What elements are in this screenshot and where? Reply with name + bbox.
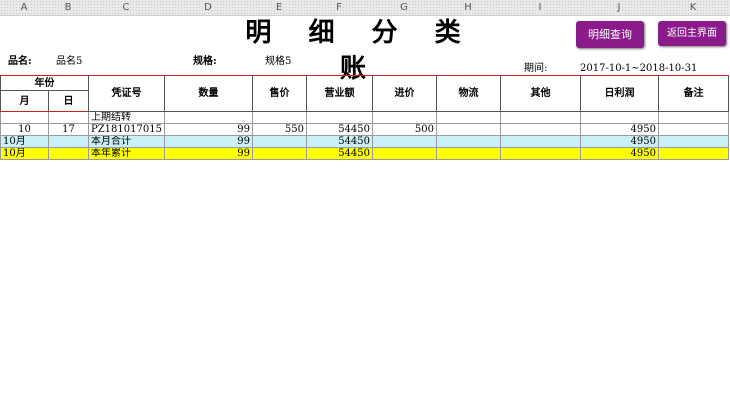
cell-day[interactable]: [48, 111, 89, 124]
cell-daily-profit[interactable]: 4950: [580, 135, 659, 148]
cell-remarks[interactable]: [658, 135, 729, 148]
cell-quantity[interactable]: 99: [164, 135, 253, 148]
cell-day[interactable]: 17: [48, 123, 89, 136]
cell-revenue[interactable]: 54450: [306, 123, 373, 136]
column-letter-e[interactable]: E: [252, 0, 306, 15]
detail-query-button[interactable]: 明细查询: [576, 21, 644, 48]
column-letter-d[interactable]: D: [164, 0, 252, 15]
ledger-table: 年份 凭证号 数量 售价 营业额 进价 物流 其他 日利润 备注 月 日 上期结…: [0, 75, 729, 160]
header-year: 年份: [0, 75, 89, 91]
header-purchase-price: 进价: [372, 75, 437, 112]
product-name-value[interactable]: 品名5: [56, 55, 82, 69]
column-letter-b[interactable]: B: [48, 0, 88, 15]
yearly-total-row: 10月 本年累计 99 54450 4950: [0, 147, 729, 160]
header-logistics: 物流: [436, 75, 501, 112]
column-header-bar: A B C D E F G H I J K: [0, 0, 730, 16]
column-letter-a[interactable]: A: [0, 0, 48, 15]
cell-quantity[interactable]: [164, 111, 253, 124]
cell-voucher[interactable]: 本年累计: [88, 147, 165, 160]
cell-voucher[interactable]: 上期结转: [88, 111, 165, 124]
cell-sale-price[interactable]: 550: [252, 123, 307, 136]
column-letter-g[interactable]: G: [372, 0, 436, 15]
header-remarks: 备注: [658, 75, 729, 112]
header-row-1: 年份 凭证号 数量 售价 营业额 进价 物流 其他 日利润 备注: [0, 75, 729, 112]
cell-other[interactable]: [500, 147, 581, 160]
period-value[interactable]: 2017-10-1~2018-10-31: [580, 62, 697, 76]
column-letter-i[interactable]: I: [500, 0, 580, 15]
cell-sale-price[interactable]: [252, 135, 307, 148]
header-voucher: 凭证号: [88, 75, 165, 112]
cell-daily-profit[interactable]: [580, 111, 659, 124]
header-other: 其他: [500, 75, 581, 112]
cell-remarks[interactable]: [658, 111, 729, 124]
cell-daily-profit[interactable]: 4950: [580, 123, 659, 136]
cell-logistics[interactable]: [436, 111, 501, 124]
back-to-main-button[interactable]: 返回主界面: [658, 21, 726, 46]
cell-remarks[interactable]: [658, 147, 729, 160]
header-daily-profit: 日利润: [580, 75, 659, 112]
cell-day[interactable]: [48, 135, 89, 148]
spec-label: 规格:: [193, 56, 217, 67]
spec-value[interactable]: 规格5: [265, 55, 291, 69]
cell-purchase-price[interactable]: [372, 111, 437, 124]
cell-other[interactable]: [500, 111, 581, 124]
cell-quantity[interactable]: 99: [164, 123, 253, 136]
product-name-label: 品名:: [8, 56, 32, 67]
cell-revenue[interactable]: 54450: [306, 147, 373, 160]
cell-day[interactable]: [48, 147, 89, 160]
cell-revenue[interactable]: [306, 111, 373, 124]
column-letter-j[interactable]: J: [580, 0, 658, 15]
cell-voucher[interactable]: PZ181017015: [88, 123, 165, 136]
column-letter-k[interactable]: K: [658, 0, 728, 15]
cell-sale-price[interactable]: [252, 111, 307, 124]
cell-purchase-price[interactable]: [372, 135, 437, 148]
cell-month[interactable]: 10: [0, 123, 49, 136]
cell-purchase-price[interactable]: 500: [372, 123, 437, 136]
header-month: 月: [0, 90, 49, 112]
period-label: 期间:: [524, 63, 548, 74]
cell-sale-price[interactable]: [252, 147, 307, 160]
cell-voucher[interactable]: 本月合计: [88, 135, 165, 148]
cell-logistics[interactable]: [436, 123, 501, 136]
cell-other[interactable]: [500, 135, 581, 148]
cell-purchase-price[interactable]: [372, 147, 437, 160]
cell-logistics[interactable]: [436, 135, 501, 148]
cell-revenue[interactable]: 54450: [306, 135, 373, 148]
header-revenue: 营业额: [306, 75, 373, 112]
table-row: 上期结转: [0, 111, 729, 124]
monthly-total-row: 10月 本月合计 99 54450 4950: [0, 135, 729, 148]
column-letter-h[interactable]: H: [436, 0, 500, 15]
header-quantity: 数量: [164, 75, 253, 112]
cell-logistics[interactable]: [436, 147, 501, 160]
table-row: 10 17 PZ181017015 99 550 54450 500 4950: [0, 123, 729, 136]
header-day: 日: [48, 90, 89, 112]
column-letter-f[interactable]: F: [306, 0, 372, 15]
cell-month[interactable]: 10月: [0, 147, 49, 160]
cell-month[interactable]: [0, 111, 49, 124]
cell-quantity[interactable]: 99: [164, 147, 253, 160]
header-sale-price: 售价: [252, 75, 307, 112]
column-letter-c[interactable]: C: [88, 0, 164, 15]
cell-month[interactable]: 10月: [0, 135, 49, 148]
cell-remarks[interactable]: [658, 123, 729, 136]
cell-other[interactable]: [500, 123, 581, 136]
cell-daily-profit[interactable]: 4950: [580, 147, 659, 160]
